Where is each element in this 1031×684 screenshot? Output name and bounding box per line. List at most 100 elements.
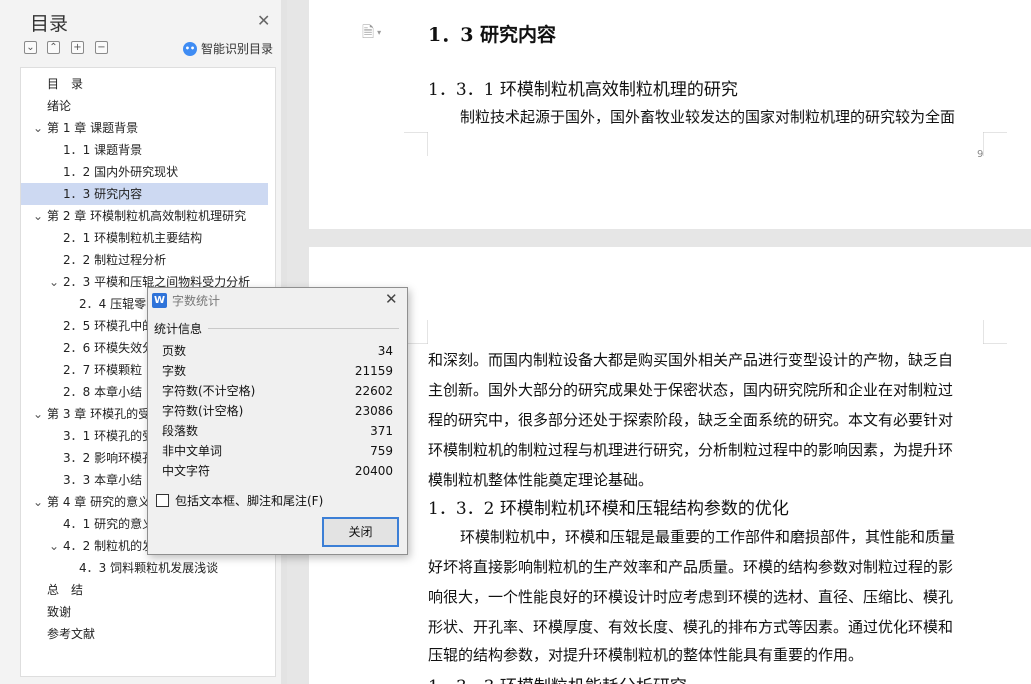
stat-row: 非中文单词 759 [162, 441, 393, 461]
toc-item-label: 总 结 [47, 583, 84, 597]
stat-row: 字符数(不计空格) 22602 [162, 381, 393, 401]
stat-label: 段落数 [162, 424, 199, 438]
subsection-heading: 1．3．2 环模制粒机环模和压辊结构参数的优化 [428, 499, 789, 519]
close-icon[interactable]: ✕ [257, 11, 270, 30]
stat-label: 字符数(计空格) [162, 404, 244, 418]
paragraph-line: 和深刻。而国内制粒设备大都是购买国外相关产品进行变型设计的产物，缺乏自 [428, 351, 954, 369]
stat-label: 中文字符 [162, 464, 211, 478]
close-icon[interactable]: ✕ [385, 290, 398, 308]
expand-caret-icon[interactable]: ⌄ [32, 205, 44, 227]
toc-item-label: 第 1 章 课题背景 [47, 121, 139, 135]
paragraph-line: 好坏将直接影响制粒机的生产效率和产品质量。环模的结构参数对制粒过程的影 [428, 558, 954, 576]
toc-item-label: 2．2 制粒过程分析 [63, 253, 167, 267]
toc-item-label: 致谢 [47, 605, 72, 619]
toc-item-label: 4．3 饲料颗粒机发展浅谈 [79, 561, 219, 575]
include-textbox-checkbox[interactable] [156, 494, 169, 507]
paragraph-line: 形状、开孔率、环模厚度、有效长度、模孔的排布方式等因素。通过优化环模和 [428, 618, 954, 636]
toc-item[interactable]: 总 结 [21, 579, 275, 601]
toc-item-label: 目 录 [47, 77, 84, 91]
close-button[interactable]: 关闭 [322, 517, 399, 547]
margin-corner-mark [404, 132, 428, 156]
app-logo-icon: W [152, 293, 167, 308]
paragraph-line: 模制粒机整体性能奠定理论基础。 [428, 471, 654, 489]
document-page: 🗎 ▾ 1．3 研究内容 1．3．1 环模制粒机高效制粒机理的研究 制粒技术起源于… [309, 0, 1031, 229]
nav-title: 目录 [30, 13, 69, 35]
section-heading: 1．3 研究内容 [428, 24, 557, 46]
toc-item-label: 2．8 本章小结 [63, 385, 143, 399]
toc-item-label: 第 3 章 环模孔的受 [47, 407, 151, 421]
page-number: 9 [977, 149, 984, 160]
subsection-heading: 1．3．1 环模制粒机高效制粒机理的研究 [428, 80, 738, 100]
toc-item-label: 2．6 环模失效分 [63, 341, 155, 355]
stat-row: 字数 21159 [162, 361, 393, 381]
toc-item[interactable]: 目 录 [21, 73, 275, 95]
toc-item[interactable]: ⌄ 第 2 章 环模制粒机高效制粒机理研究 [21, 205, 275, 227]
smart-toc-button[interactable]: •• 智能识别目录 [183, 40, 273, 57]
toc-item-label: 绪论 [47, 99, 72, 113]
toc-item-label: 2．5 环模孔中的 [63, 319, 155, 333]
collapse-all-icon[interactable]: ⌄ [24, 41, 37, 54]
toc-item[interactable]: 绪论 [21, 95, 275, 117]
stat-row: 页数 34 [162, 341, 393, 361]
include-textbox-option[interactable]: 包括文本框、脚注和尾注(F) [156, 492, 323, 509]
paragraph-line: 压辊的结构参数，对提升环模制粒机的整体性能具有重要的作用。 [428, 646, 864, 664]
word-count-dialog: W 字数统计 ✕ 统计信息 页数 34 字数 21159 字符数(不计空格) 22602 字… [147, 287, 408, 555]
expand-caret-icon[interactable]: ⌄ [48, 271, 60, 293]
toc-item-label: 1．1 课题背景 [63, 143, 143, 157]
stat-value: 371 [370, 424, 393, 438]
toc-item[interactable]: 4．3 饲料颗粒机发展浅谈 [21, 557, 275, 579]
page-tool-icon[interactable]: 🗎 ▾ [362, 22, 381, 47]
paragraph-line: 主创新。国外大部分的研究成果处于保密状态，国内研究院所和企业在对制粒过 [428, 381, 954, 399]
stat-row: 段落数 371 [162, 421, 393, 441]
stat-row: 中文字符 20400 [162, 461, 393, 481]
toc-item-label: 4．2 制粒机的发 [63, 539, 155, 553]
stats-section-label: 统计信息 [154, 322, 203, 336]
toc-item[interactable]: 1．3 研究内容 [21, 183, 268, 205]
paragraph-line: 环模制粒机的制粒过程与机理进行研究，分析制粒过程中的影响因素，为提升环 [428, 441, 954, 459]
expand-caret-icon[interactable]: ⌄ [32, 403, 44, 425]
document-page: 和深刻。而国内制粒设备大都是购买国外相关产品进行变型设计的产物，缺乏自 主创新。… [309, 247, 1031, 684]
toc-item[interactable]: 1．2 国内外研究现状 [21, 161, 275, 183]
toc-item-label: 3．1 环模孔的受 [63, 429, 155, 443]
toc-item-label: 1．3 研究内容 [63, 187, 143, 201]
toc-item[interactable]: 2．2 制粒过程分析 [21, 249, 275, 271]
margin-corner-mark [983, 132, 1007, 156]
expand-caret-icon[interactable]: ⌄ [32, 491, 44, 513]
paragraph-line: 环模制粒机中，环模和压辊是最重要的工作部件和磨损部件，其性能和质量 [460, 528, 956, 546]
stat-value: 22602 [354, 384, 393, 398]
ai-icon: •• [183, 41, 197, 56]
paragraph-line: 响很大，一个性能良好的环模设计时应考虑到环模的选材、直径、压缩比、模孔 [428, 588, 954, 606]
stat-value: 21159 [354, 364, 393, 378]
expand-up-icon[interactable]: ⌃ [47, 41, 60, 54]
stat-value: 20400 [354, 464, 393, 478]
toc-item[interactable]: ⌄ 第 1 章 课题背景 [21, 117, 275, 139]
subsection-heading: 1．3．3 环模制粒机能耗分析研究 [428, 672, 687, 684]
toc-item-label: 第 2 章 环模制粒机高效制粒机理研究 [47, 209, 247, 223]
toc-item-label: 第 4 章 研究的意义 [47, 495, 151, 509]
toc-item-label: 2．4 压辊零 [79, 297, 147, 311]
stat-label: 页数 [162, 344, 187, 358]
section-divider [208, 328, 399, 329]
expand-caret-icon[interactable]: ⌄ [32, 117, 44, 139]
stat-label: 字符数(不计空格) [162, 384, 256, 398]
toc-item[interactable]: 参考文献 [21, 623, 275, 645]
toc-item[interactable]: 致谢 [21, 601, 275, 623]
stat-value: 23086 [354, 404, 393, 418]
checkbox-label: 包括文本框、脚注和尾注(F) [175, 494, 324, 508]
paragraph-line: 制粒技术起源于国外，国外畜牧业较发达的国家对制粒机理的研究较为全面 [460, 108, 956, 126]
toc-item-label: 3．3 本章小结 [63, 473, 143, 487]
stat-value: 759 [370, 444, 393, 458]
remove-heading-icon[interactable]: − [95, 41, 108, 54]
stat-label: 非中文单词 [162, 444, 223, 458]
toc-item-label: 4．1 研究的意义 [63, 517, 155, 531]
add-heading-icon[interactable]: + [71, 41, 84, 54]
toc-item[interactable]: 2．1 环模制粒机主要结构 [21, 227, 275, 249]
stats-list: 页数 34 字数 21159 字符数(不计空格) 22602 字符数(计空格) 23086 段落… [162, 341, 393, 481]
expand-caret-icon[interactable]: ⌄ [48, 535, 60, 557]
dialog-title: 字数统计 [172, 294, 221, 308]
smart-toc-label: 智能识别目录 [201, 42, 274, 56]
toc-item-label: 2．7 环模颗粒 [63, 363, 143, 377]
toc-item[interactable]: 1．1 课题背景 [21, 139, 275, 161]
stat-row: 字符数(计空格) 23086 [162, 401, 393, 421]
paragraph-line: 程的研究中，很多部分还处于探索阶段，缺乏全面系统的研究。本文有必要针对 [428, 411, 954, 429]
